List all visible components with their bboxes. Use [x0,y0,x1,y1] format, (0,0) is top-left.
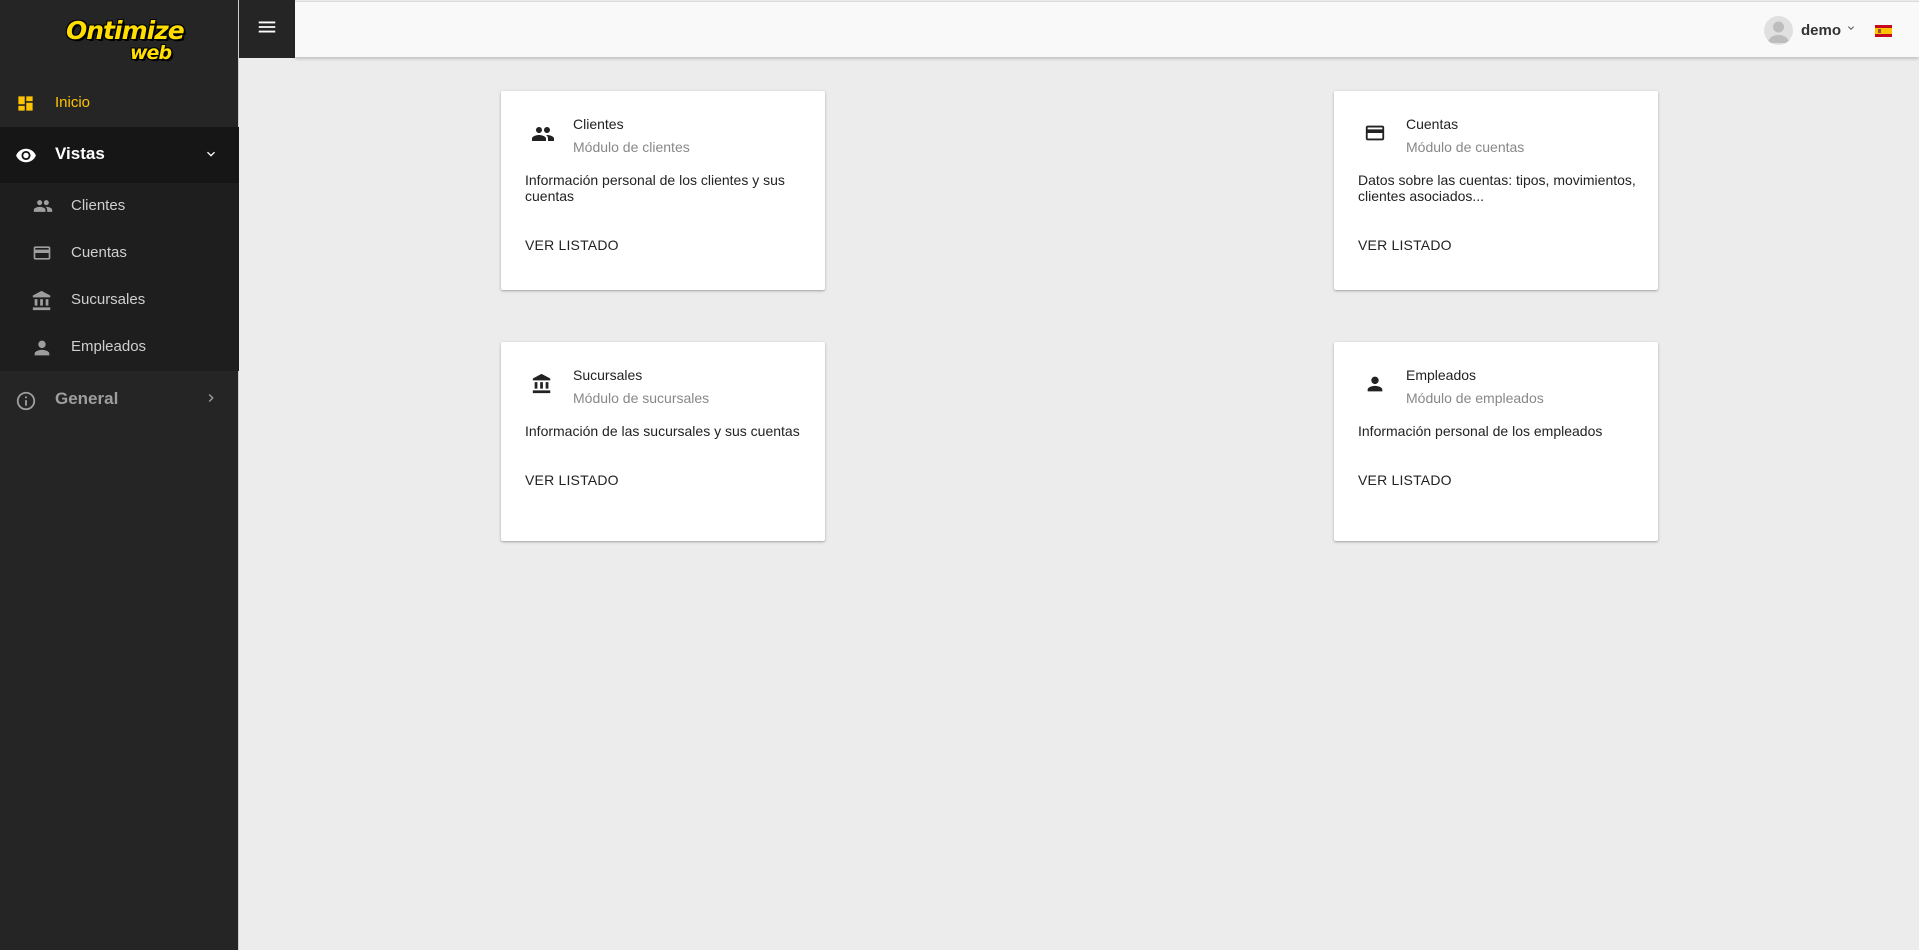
logo-area: Ontimize web [0,0,239,64]
sidebar-group-vistas[interactable]: Vistas [0,127,239,183]
ver-listado-button[interactable]: VER LISTADO [525,237,619,253]
card-description: Datos sobre las cuentas: tipos, movimien… [1358,172,1636,204]
app-logo[interactable]: Ontimize web [58,12,185,64]
card-title: Empleados [1406,367,1477,383]
sidebar: Ontimize web Inicio Vistas Clientes Cuen [0,0,239,950]
module-card-sucursales: Sucursales Módulo de sucursales Informac… [501,342,825,541]
card-title: Clientes [573,116,624,132]
vistas-submenu: Clientes Cuentas Sucursales Empleados [0,183,239,371]
chevron-right-icon [203,390,219,411]
bank-icon [31,290,53,316]
sidebar-item-label: Inicio [55,94,91,111]
person-icon [1364,373,1386,400]
sidebar-group-label: Vistas [55,144,105,163]
eye-icon [15,146,37,169]
sidebar-item-label: Empleados [71,338,147,355]
user-name: demo [1800,21,1841,39]
sidebar-item-empleados[interactable]: Empleados [0,324,239,371]
card-description: Información de las sucursales y sus cuen… [525,423,800,439]
sidebar-group-general[interactable]: General [0,371,239,427]
credit-card-icon [31,243,53,267]
avatar [1763,15,1793,45]
card-description: Información personal de los empleados [1358,423,1603,439]
bank-icon [531,373,553,400]
sidebar-item-sucursales[interactable]: Sucursales [0,277,239,324]
ver-listado-button[interactable]: VER LISTADO [1358,237,1452,253]
card-title: Sucursales [573,367,643,383]
card-subtitle: Módulo de sucursales [573,390,710,406]
logo-main-text: Ontimize [66,16,185,45]
chevron-down-icon [203,146,219,167]
person-icon [31,337,53,363]
chevron-down-icon [1845,21,1857,39]
hamburger-menu-icon [256,16,278,43]
menu-toggle-button[interactable] [239,0,295,58]
ver-listado-button[interactable]: VER LISTADO [525,472,619,488]
card-description: Información personal de los clientes y s… [525,172,785,204]
sidebar-item-label: Sucursales [71,291,146,308]
sidebar-item-label: Cuentas [71,244,127,261]
card-subtitle: Módulo de empleados [1406,390,1544,406]
credit-card-icon [1364,122,1386,149]
card-title: Cuentas [1406,116,1459,132]
info-icon [15,390,37,417]
sidebar-item-clientes[interactable]: Clientes [0,183,239,230]
card-subtitle: Módulo de cuentas [1406,139,1525,155]
module-card-empleados: Empleados Módulo de empleados Informació… [1334,342,1658,541]
user-menu[interactable]: demo [1763,15,1857,45]
spain-flag-icon[interactable] [1875,25,1892,37]
sidebar-item-label: Clientes [71,197,126,214]
dashboard-icon [16,94,35,117]
sidebar-item-inicio[interactable]: Inicio [0,79,239,127]
ver-listado-button[interactable]: VER LISTADO [1358,472,1452,488]
people-icon [31,196,55,220]
module-card-clientes: Clientes Módulo de clientes Información … [501,91,825,290]
sidebar-group-label: General [55,389,119,408]
logo-sub-text: web [130,42,172,64]
module-card-cuentas: Cuentas Módulo de cuentas Datos sobre la… [1334,91,1658,290]
top-toolbar: demo [295,1,1919,57]
sidebar-item-cuentas[interactable]: Cuentas [0,230,239,277]
card-subtitle: Módulo de clientes [573,139,690,155]
people-icon [531,122,555,151]
